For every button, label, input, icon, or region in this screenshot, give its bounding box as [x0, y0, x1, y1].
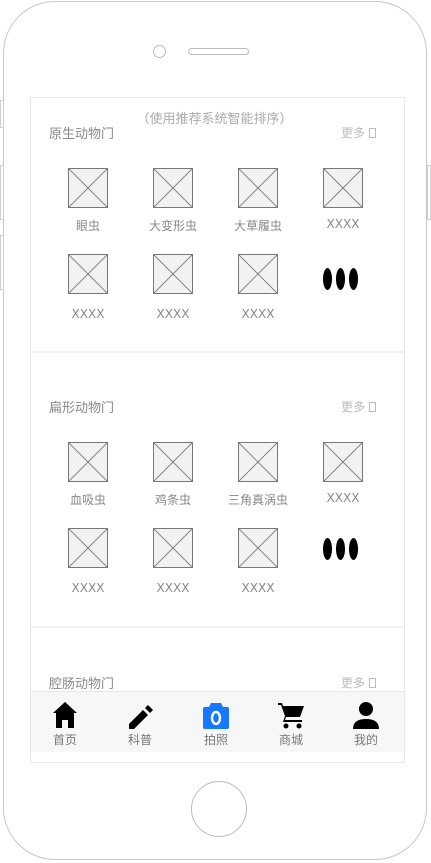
volume-up-button	[0, 165, 4, 220]
image-placeholder-icon	[153, 528, 193, 568]
image-placeholder-icon	[153, 168, 193, 208]
tab-shop[interactable]: 商城	[261, 700, 321, 748]
item-label: XXXX	[241, 307, 275, 321]
grid-item[interactable]: XXXX	[218, 528, 298, 600]
grid-item[interactable]: XXXX	[48, 254, 128, 326]
grid-item[interactable]: XXXX	[303, 168, 383, 240]
grid-item[interactable]: XXXX	[133, 254, 213, 326]
more-arrow-icon	[369, 127, 377, 138]
item-label: 鸡条虫	[154, 493, 191, 507]
app-screen: （使用推荐系统智能排序） 原生动物门 更多 眼虫 大变形虫 大草履虫 XXXX …	[30, 97, 405, 763]
tab-science[interactable]: 科普	[110, 700, 170, 748]
tab-label: 商城	[278, 733, 303, 747]
item-label: XXXX	[71, 307, 105, 321]
more-link[interactable]: 更多	[341, 124, 377, 141]
image-placeholder-icon	[153, 442, 193, 482]
image-placeholder-icon	[153, 254, 193, 294]
pencil-icon	[129, 705, 153, 729]
tab-label: 拍照	[203, 733, 228, 747]
section-title: 腔肠动物门	[49, 677, 115, 692]
more-link[interactable]: 更多	[341, 398, 377, 415]
tab-label: 我的	[353, 733, 378, 747]
more-arrow-icon	[369, 677, 377, 688]
power-button	[427, 165, 431, 220]
item-label: XXXX	[241, 581, 275, 595]
more-link[interactable]: 更多	[341, 674, 377, 691]
grid-item[interactable]: XXXX	[48, 528, 128, 600]
section-title: 扁形动物门	[49, 401, 115, 416]
item-label: XXXX	[156, 307, 190, 321]
section-divider	[31, 626, 404, 628]
home-icon	[53, 702, 77, 728]
tab-home[interactable]: 首页	[35, 700, 95, 748]
front-camera	[153, 45, 166, 58]
section-divider	[31, 351, 404, 353]
grid-item[interactable]: 血吸虫	[48, 442, 128, 514]
image-placeholder-icon	[323, 168, 363, 208]
tab-camera[interactable]: 拍照	[186, 700, 246, 748]
person-icon	[353, 702, 379, 729]
image-placeholder-icon	[238, 168, 278, 208]
item-label: XXXX	[326, 491, 360, 505]
tab-label: 首页	[52, 733, 77, 747]
grid-item[interactable]: 大草履虫	[218, 168, 298, 240]
item-label: XXXX	[156, 581, 190, 595]
more-items-icon[interactable]	[323, 538, 358, 560]
grid-item[interactable]: 眼虫	[48, 168, 128, 240]
bottom-tab-bar: 首页 科普 拍照 商城 我的	[31, 691, 404, 752]
item-label: 血吸虫	[69, 493, 106, 507]
item-label: XXXX	[71, 581, 105, 595]
more-label: 更多	[341, 400, 366, 414]
grid-item[interactable]: XXXX	[218, 254, 298, 326]
item-label: XXXX	[326, 217, 360, 231]
image-placeholder-icon	[238, 528, 278, 568]
grid-item[interactable]: XXXX	[303, 442, 383, 514]
volume-down-button	[0, 235, 4, 290]
item-label: 大变形虫	[148, 219, 197, 233]
mute-switch	[0, 100, 4, 128]
tab-label: 科普	[127, 733, 152, 747]
grid-item[interactable]: 大变形虫	[133, 168, 213, 240]
image-placeholder-icon	[238, 442, 278, 482]
more-label: 更多	[341, 126, 366, 140]
image-placeholder-icon	[68, 168, 108, 208]
grid-item[interactable]: XXXX	[133, 528, 213, 600]
cart-icon	[278, 703, 304, 729]
image-placeholder-icon	[68, 442, 108, 482]
item-label: 三角真涡虫	[227, 493, 288, 507]
camera-icon	[203, 703, 229, 729]
image-placeholder-icon	[68, 528, 108, 568]
tab-profile[interactable]: 我的	[336, 700, 396, 748]
more-label: 更多	[341, 676, 366, 690]
image-placeholder-icon	[323, 442, 363, 482]
grid-item[interactable]: 三角真涡虫	[218, 442, 298, 514]
home-button[interactable]	[191, 781, 247, 837]
image-placeholder-icon	[238, 254, 278, 294]
grid-item[interactable]: 鸡条虫	[133, 442, 213, 514]
earpiece-speaker	[188, 48, 249, 55]
more-items-icon[interactable]	[323, 268, 358, 290]
section-title: 原生动物门	[49, 127, 115, 142]
more-arrow-icon	[369, 401, 377, 412]
item-label: 眼虫	[75, 219, 100, 233]
image-placeholder-icon	[68, 254, 108, 294]
item-label: 大草履虫	[233, 219, 282, 233]
